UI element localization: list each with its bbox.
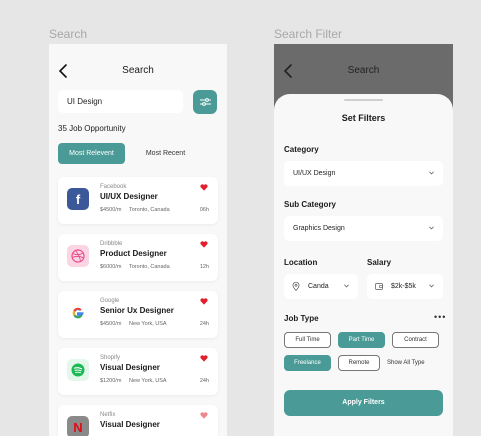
company-name: Shopify [100,355,121,361]
job-title: Visual Designer [100,363,160,372]
company-name: Dribbble [100,241,123,247]
chip-contract[interactable]: Contract [392,332,439,348]
wallet-icon [375,283,383,290]
job-location: New York, USA [129,378,167,384]
facebook-icon: f [67,188,89,210]
job-age: 24h [199,378,209,384]
chevron-down-icon [429,171,434,175]
category-value: UI/UX Design [293,170,336,177]
job-age: 06h [199,207,209,213]
tab-most-relevant[interactable]: Most Relevent [58,143,125,164]
tab-most-recent[interactable]: Most Recent [132,143,199,164]
category-label: Category [284,145,319,154]
search-screen: Search UI Design 35 Job Opportunity Most… [49,44,227,436]
chip-part-time[interactable]: Part Time [338,332,385,348]
heart-icon[interactable] [200,241,208,248]
job-card[interactable]: N Netfix Visual Designer [58,405,218,436]
job-salary: $4500/m [100,321,122,327]
job-age: 24h [199,321,209,327]
google-icon [67,302,89,324]
heart-icon[interactable] [200,298,208,305]
spotify-icon [67,359,89,381]
board-label-filter: Search Filter [274,27,343,41]
sheet-title: Set Filters [341,113,386,123]
search-input[interactable]: UI Design [58,90,183,113]
job-card[interactable]: Dribbble Product Designer $6000/m Toront… [58,234,218,281]
salary-select[interactable]: $2k-$5k [367,274,443,299]
more-options-icon[interactable]: ••• [434,312,446,322]
job-card[interactable]: f Facebook UI/UX Designer $4500/m Toront… [58,177,218,224]
sheet-handle[interactable] [344,99,383,101]
chevron-down-icon [344,284,349,288]
salary-value: $2k-$5k [391,283,416,290]
filter-screen: Search Set Filters Category UI/UX Design… [274,44,453,436]
chip-freelance[interactable]: Freelance [284,355,331,371]
sub-category-value: Graphics Design [293,225,345,232]
chip-remote[interactable]: Remote [338,355,380,371]
company-name: Google [100,298,120,304]
job-age: 12h [199,264,209,270]
job-type-label: Job Type [284,314,319,323]
chevron-down-icon [429,226,434,230]
company-name: Netfix [100,412,116,418]
apply-filters-button[interactable]: Apply Filters [284,390,443,416]
company-name: Facebook [100,184,127,190]
chevron-down-icon [429,284,434,288]
board-label-search: Search [49,27,88,41]
job-card[interactable]: Google Senior Ux Designer $4500/m New Yo… [58,291,218,338]
top-bar: Search [49,44,227,96]
sliders-icon [199,98,211,106]
job-location: New York, USA [129,321,167,327]
filter-sheet: Set Filters Category UI/UX Design Sub Ca… [274,94,453,436]
job-location: Toronto, Canada [129,207,170,213]
top-bar: Search [274,44,453,96]
job-card[interactable]: Shopify Visual Designer $1200/m New York… [58,348,218,395]
sub-category-label: Sub Category [284,200,337,209]
chip-full-time[interactable]: Full Time [284,332,331,348]
job-location: Toronto, Canada [129,264,170,270]
job-title: Senior Ux Designer [100,306,174,315]
job-salary: $4500/m [100,207,122,213]
result-count: 35 Job Opportunity [58,124,126,133]
heart-icon[interactable] [200,184,208,191]
show-all-types-link[interactable]: Show All Type [387,360,425,366]
netflix-icon: N [67,416,89,436]
dribbble-icon [67,245,89,267]
heart-icon[interactable] [200,355,208,362]
job-title: UI/UX Designer [100,192,158,201]
job-salary: $6000/m [100,264,122,270]
location-select[interactable]: Canda [284,274,358,299]
heart-icon[interactable] [200,412,208,419]
category-select[interactable]: UI/UX Design [284,161,443,186]
page-title: Search [347,65,380,76]
location-label: Location [284,258,318,267]
page-title: Search [122,65,154,76]
salary-label: Salary [367,258,392,267]
job-salary: $1200/m [100,378,122,384]
job-title: Visual Designer [100,420,160,429]
sub-category-select[interactable]: Graphics Design [284,216,443,241]
location-value: Canda [308,283,329,290]
filter-button[interactable] [193,90,217,114]
job-title: Product Designer [100,249,167,258]
location-pin-icon [292,282,300,291]
